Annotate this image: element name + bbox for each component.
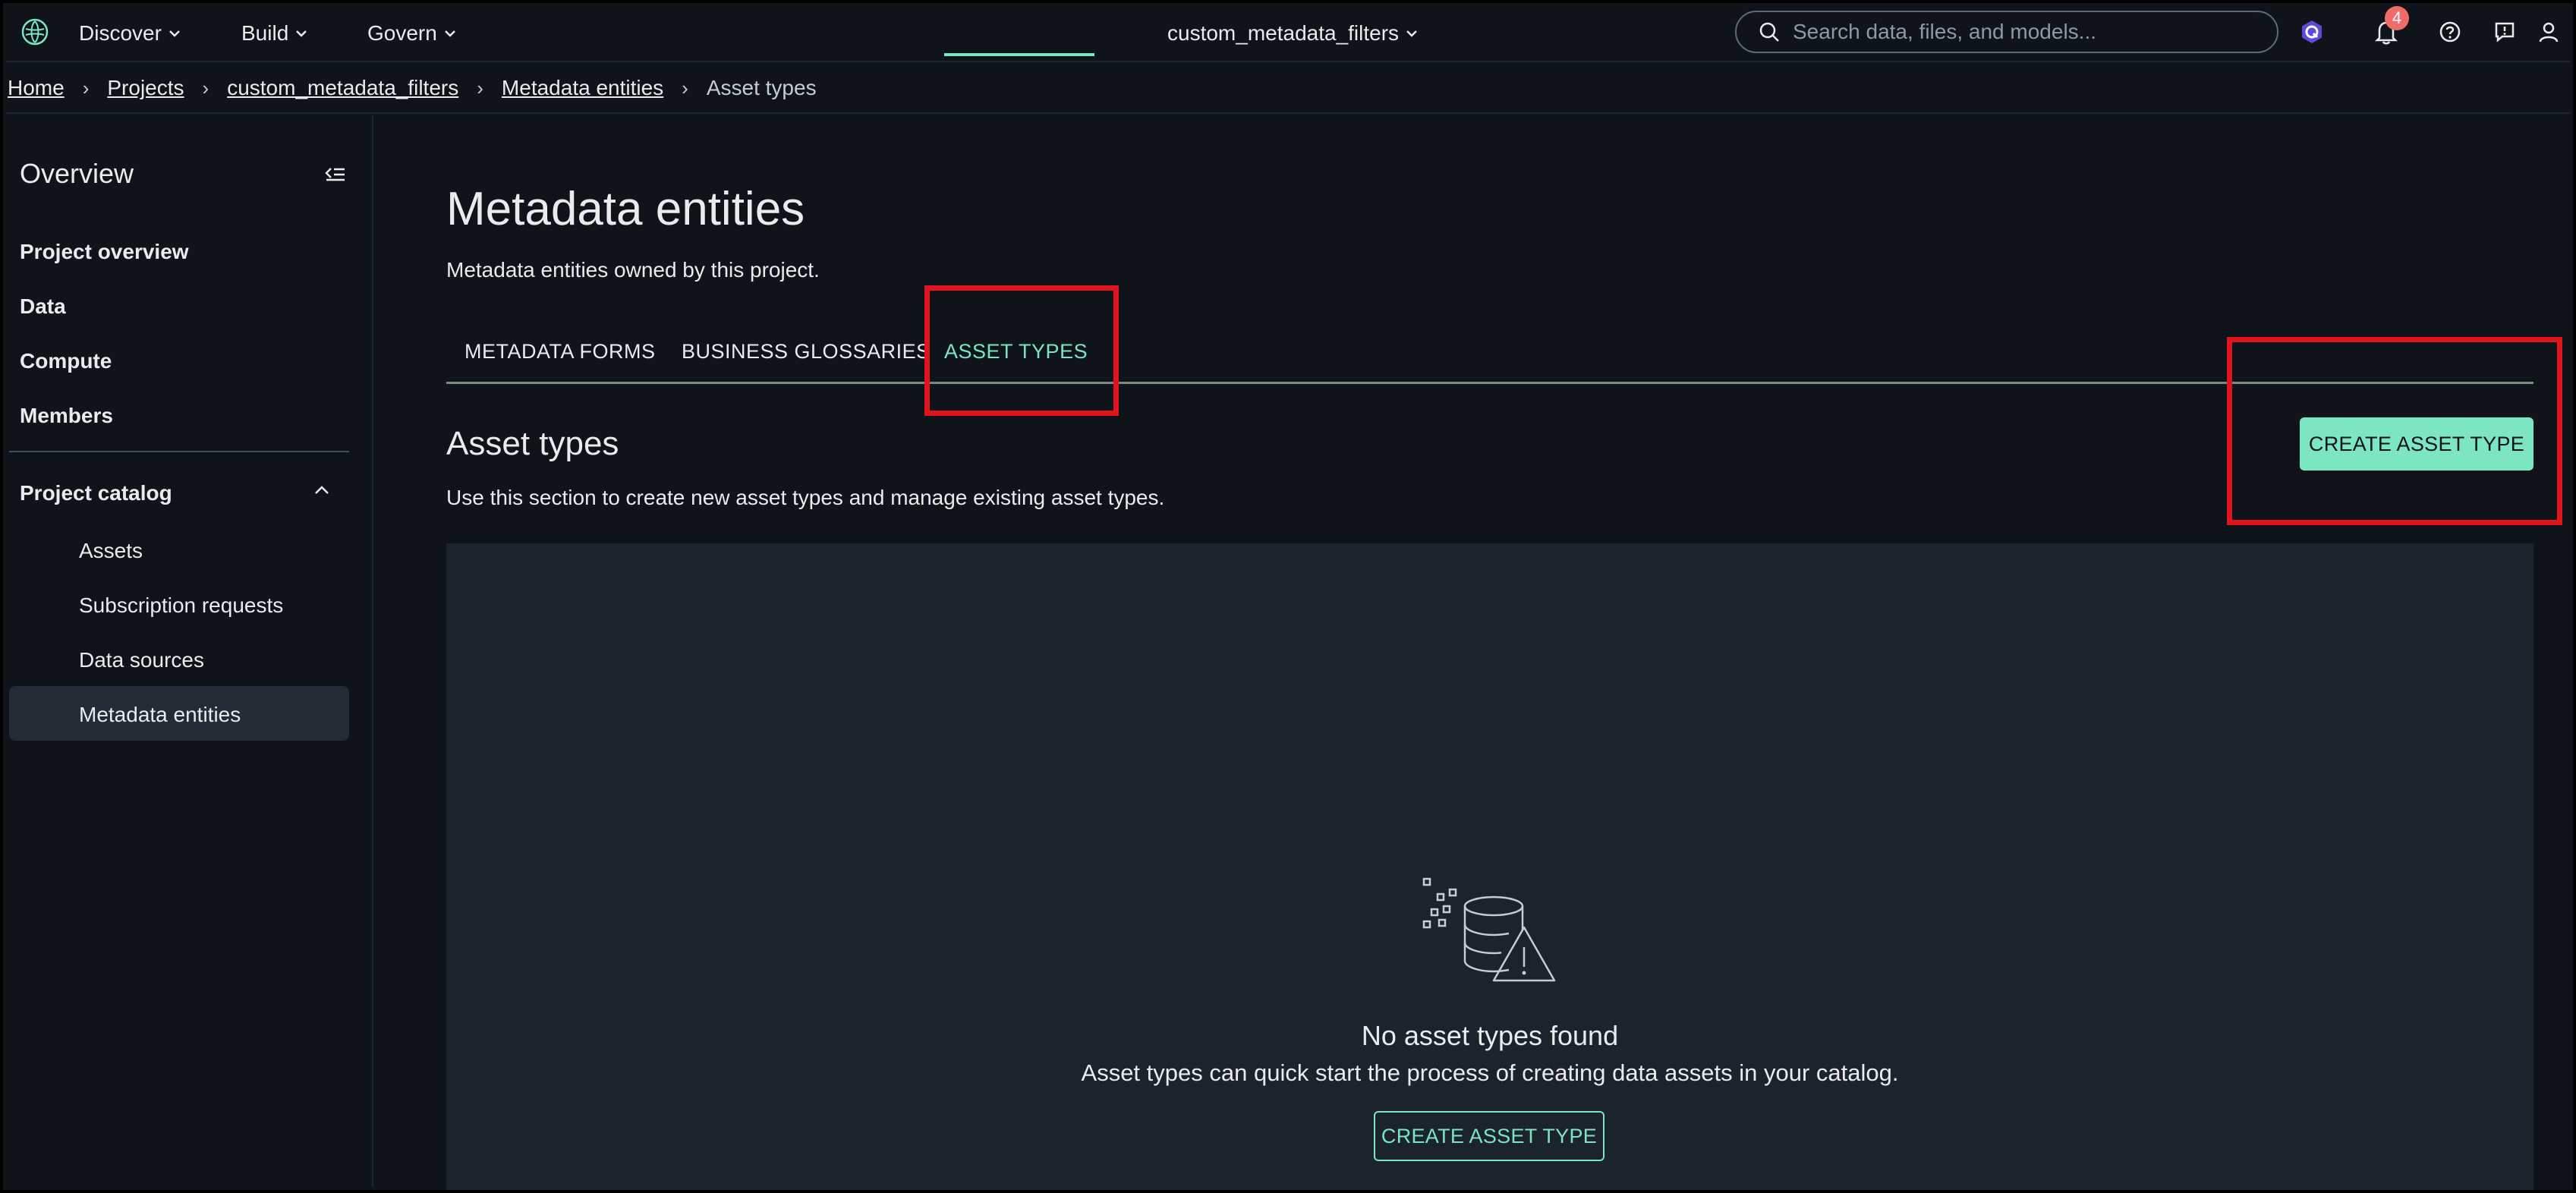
sidebar-item-members[interactable]: Members — [20, 404, 113, 428]
breadcrumb: Home › Projects › custom_metadata_filter… — [6, 64, 2570, 114]
sidebar-title: Overview — [20, 158, 134, 189]
breadcrumb-home[interactable]: Home — [8, 76, 65, 100]
search-input[interactable] — [1793, 20, 2263, 44]
sidebar-section-project-catalog[interactable]: Project catalog — [20, 481, 172, 505]
tabs-divider — [446, 382, 2533, 384]
search-box[interactable] — [1735, 11, 2278, 53]
sidebar-item-assets[interactable]: Assets — [79, 539, 143, 563]
project-switcher[interactable]: custom_metadata_filters — [1167, 18, 1419, 49]
breadcrumb-project[interactable]: custom_metadata_filters — [227, 76, 458, 100]
sidebar-item-data-sources[interactable]: Data sources — [79, 648, 204, 672]
chevron-right-icon: › — [682, 76, 688, 99]
active-tab-indicator — [944, 53, 1094, 56]
chevron-right-icon: › — [477, 76, 483, 99]
page-description: Metadata entities owned by this project. — [446, 258, 820, 282]
discover-menu-label: Discover — [79, 21, 162, 45]
chevron-down-icon — [169, 30, 180, 37]
chevron-down-icon — [1406, 30, 1417, 37]
breadcrumb-projects[interactable]: Projects — [107, 76, 184, 100]
feedback-glyph — [2495, 22, 2515, 42]
chevron-up-icon[interactable] — [311, 480, 332, 501]
chevron-right-icon: › — [82, 76, 90, 99]
app-logo-icon[interactable] — [20, 17, 50, 47]
sidebar-item-data[interactable]: Data — [20, 294, 66, 319]
sidebar-divider — [9, 451, 349, 452]
chevron-right-icon: › — [202, 76, 209, 99]
help-icon[interactable] — [2435, 17, 2465, 47]
tab-business-glossaries[interactable]: BUSINESS GLOSSARIES — [682, 340, 931, 364]
section-description: Use this section to create new asset typ… — [446, 486, 1165, 509]
govern-menu[interactable]: Govern — [367, 18, 457, 49]
feedback-icon[interactable] — [2489, 17, 2520, 47]
highlight-asset-types-tab — [924, 285, 1119, 416]
empty-state-panel: No asset types found Asset types can qui… — [446, 543, 2533, 1190]
breadcrumb-current: Asset types — [706, 76, 817, 99]
build-menu-label: Build — [241, 21, 289, 45]
collapse-sidebar-icon[interactable] — [323, 162, 348, 187]
tab-metadata-forms[interactable]: METADATA FORMS — [464, 340, 656, 364]
chevron-down-icon — [444, 30, 455, 37]
govern-menu-label: Govern — [367, 21, 437, 45]
help-glyph — [2439, 21, 2461, 42]
notification-badge: 4 — [2385, 6, 2409, 30]
sidebar-item-compute[interactable]: Compute — [20, 349, 112, 373]
discover-menu[interactable]: Discover — [79, 18, 181, 49]
empty-create-asset-type-button[interactable]: CREATE ASSET TYPE — [1374, 1111, 1604, 1161]
highlight-create-button — [2227, 337, 2562, 525]
amazon-q-glyph — [2302, 20, 2322, 43]
amazon-q-icon[interactable] — [2297, 17, 2327, 47]
sidebar: Overview Project overview Data Compute M… — [6, 115, 373, 1187]
app-window: Discover Build Govern custom_metadata_fi… — [0, 0, 2576, 1193]
user-glyph — [2539, 22, 2559, 42]
build-menu[interactable]: Build — [241, 18, 308, 49]
search-icon — [1759, 22, 1779, 42]
sidebar-item-subscription-requests[interactable]: Subscription requests — [79, 593, 283, 618]
project-switcher-label: custom_metadata_filters — [1167, 21, 1400, 45]
empty-state-description: Asset types can quick start the process … — [1081, 1059, 1899, 1086]
empty-state-title: No asset types found — [1361, 1020, 1619, 1051]
chevron-down-icon — [296, 30, 307, 37]
page-title: Metadata entities — [446, 183, 805, 235]
empty-database-warning-icon — [1422, 877, 1556, 982]
top-nav: Discover Build Govern custom_metadata_fi… — [6, 6, 2570, 62]
sidebar-item-project-overview[interactable]: Project overview — [20, 240, 189, 264]
sidebar-item-metadata-entities[interactable]: Metadata entities — [79, 703, 241, 727]
user-profile-icon[interactable] — [2533, 17, 2564, 47]
section-title: Asset types — [446, 425, 619, 462]
breadcrumb-metadata-entities[interactable]: Metadata entities — [502, 76, 663, 100]
